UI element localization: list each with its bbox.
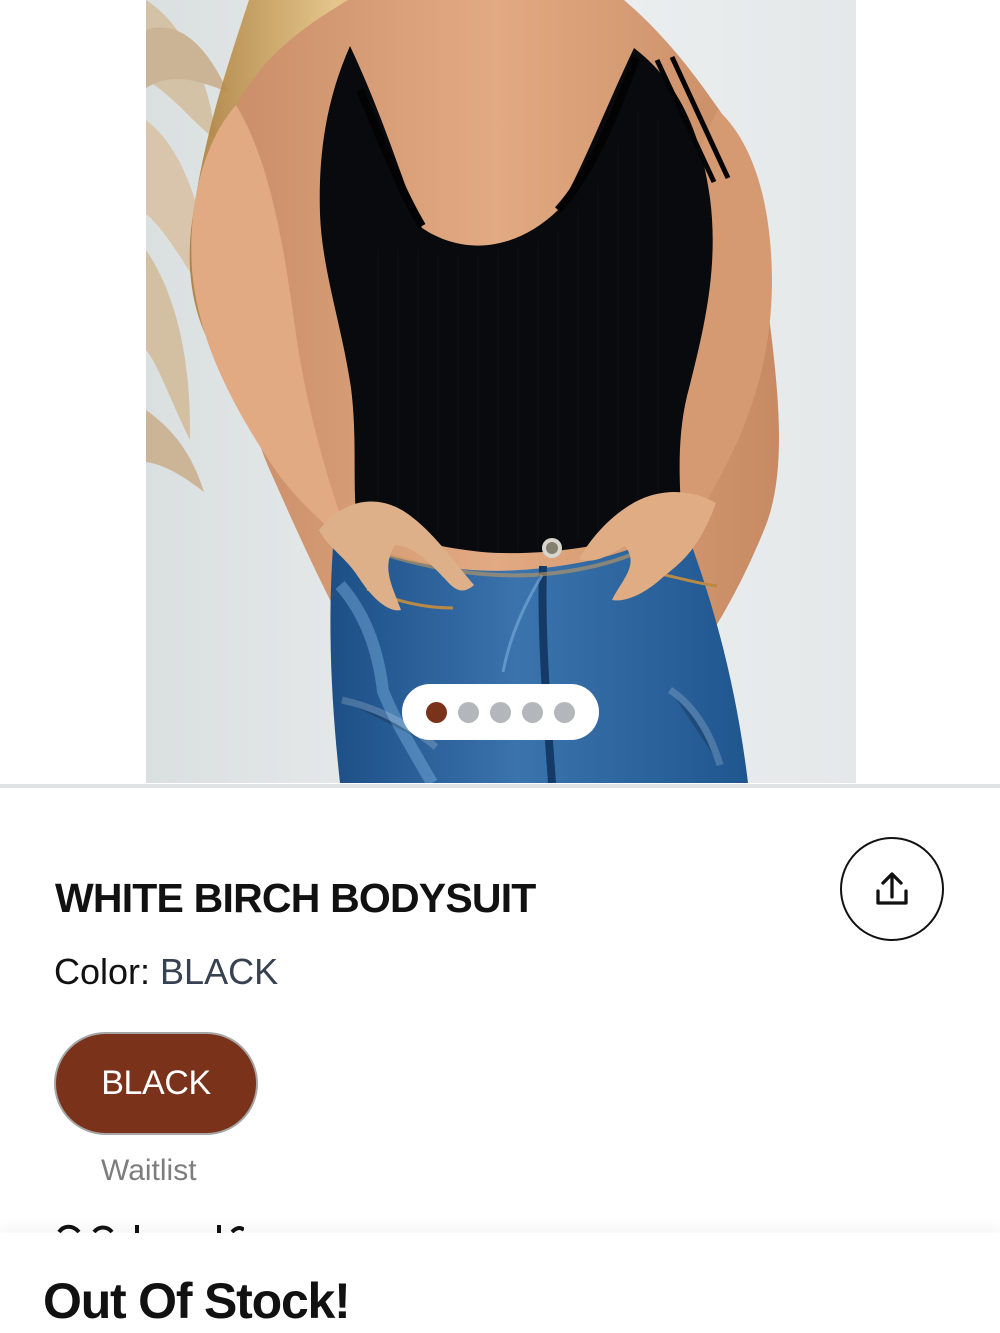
carousel-dot-3[interactable] [490, 701, 511, 723]
carousel-dot-2[interactable] [458, 701, 479, 723]
bodysuit-photo-illustration [146, 0, 856, 783]
color-label: Color: [54, 951, 151, 992]
cutoff-text-fragments [57, 1224, 244, 1233]
color-selection-text: Color: BLACK [54, 950, 278, 994]
product-gallery[interactable] [0, 0, 1000, 784]
carousel-dot-5[interactable] [554, 701, 575, 723]
waitlist-label: Waitlist [101, 1154, 197, 1187]
product-title: WHITE BIRCH BODYSUIT [55, 875, 536, 922]
carousel-dot-1-active[interactable] [426, 701, 447, 723]
gallery-divider [0, 784, 1000, 788]
image-carousel-indicator[interactable] [402, 684, 599, 740]
carousel-dot-4[interactable] [522, 701, 543, 723]
selected-color-value: BLACK [160, 951, 279, 992]
product-page: WHITE BIRCH BODYSUIT Color: BLACK BLACK … [0, 0, 1000, 1333]
out-of-stock-message: Out Of Stock! [43, 1273, 351, 1329]
product-photo[interactable] [146, 0, 856, 783]
black-color-swatch[interactable]: BLACK [54, 1032, 258, 1135]
partially-hidden-text [54, 1222, 244, 1233]
share-icon [876, 872, 908, 905]
share-button[interactable] [840, 837, 944, 941]
